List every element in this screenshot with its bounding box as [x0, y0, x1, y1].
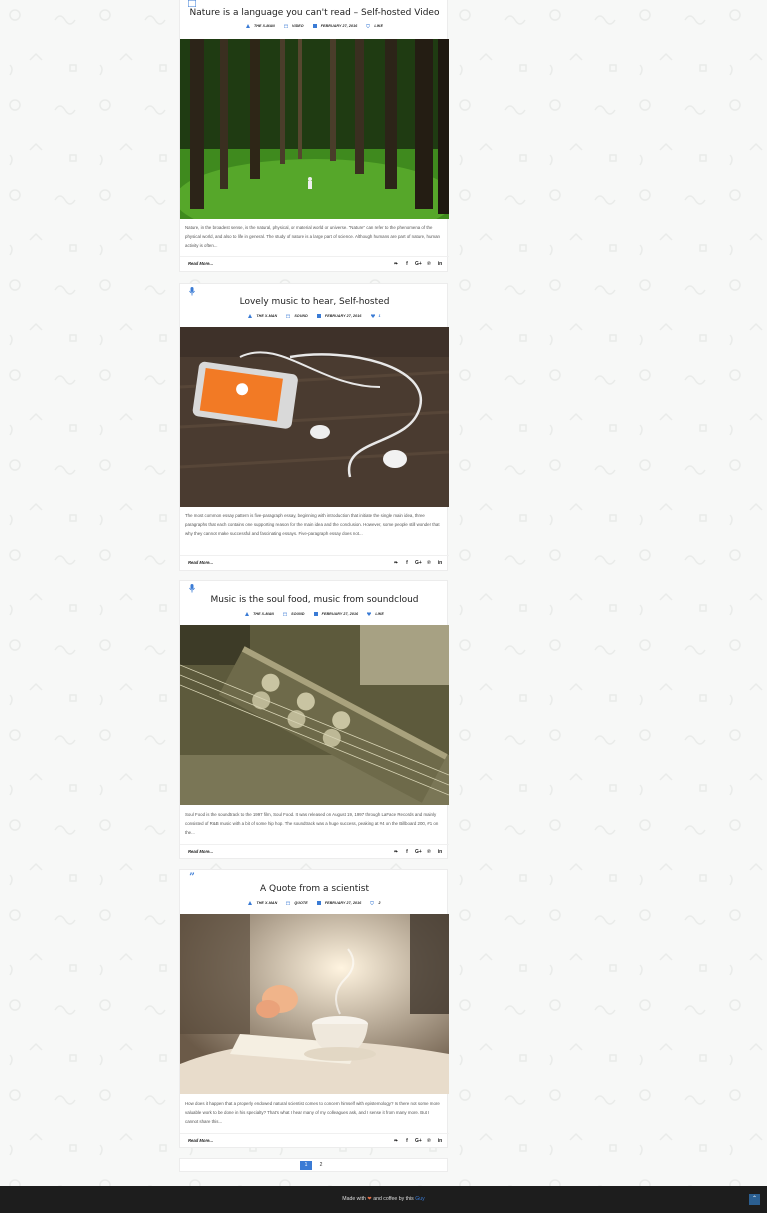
- date-link[interactable]: FEBRUARY 27, 2016: [315, 901, 364, 906]
- user-icon: [248, 314, 253, 319]
- google-plus-icon[interactable]: G+: [415, 849, 422, 855]
- post-meta: THE X-MAN SOUND FEBRUARY 27, 2016 1: [180, 314, 449, 319]
- post-excerpt: Nature, in the broadest sense, is the na…: [185, 225, 440, 249]
- author-link[interactable]: THE X-MAN: [244, 24, 277, 29]
- post-title[interactable]: Lovely music to hear, Self-hosted: [180, 297, 449, 307]
- pinterest-icon[interactable]: ℗: [426, 1138, 432, 1144]
- page-2-button[interactable]: 2: [315, 1161, 327, 1170]
- post-excerpt: How does it happen that a properly endow…: [185, 1101, 440, 1125]
- pinterest-icon[interactable]: ℗: [426, 849, 432, 855]
- calendar-icon: [312, 24, 317, 29]
- folder-icon: [286, 901, 291, 906]
- category-link[interactable]: SOUND: [281, 612, 306, 617]
- post-meta: THE X-MAN SOUND FEBRUARY 27, 2016 LIKE: [180, 612, 449, 617]
- user-icon: [245, 24, 250, 29]
- pinterest-icon[interactable]: ℗: [426, 261, 432, 267]
- read-more-link[interactable]: Read More...: [188, 560, 213, 565]
- facebook-icon[interactable]: f: [404, 261, 410, 267]
- author-link[interactable]: THE X-MAN: [243, 612, 276, 617]
- google-plus-icon[interactable]: G+: [415, 261, 422, 267]
- post-card: Lovely music to hear, Self-hosted THE X-…: [179, 283, 449, 571]
- post-card: ” A Quote from a scientist THE X-MAN QUO…: [179, 869, 449, 1148]
- pagination: 1 2: [179, 1158, 448, 1172]
- post-footer: Read More... ❧ f G+ ℗ in: [180, 555, 449, 570]
- twitter-icon[interactable]: ❧: [393, 261, 399, 267]
- share-buttons: ❧ f G+ ℗ in: [393, 849, 443, 855]
- author-link[interactable]: THE X-MAN: [246, 314, 279, 319]
- folder-icon: [283, 612, 288, 617]
- share-buttons: ❧ f G+ ℗ in: [393, 261, 443, 267]
- back-to-top-button[interactable]: ⌃: [749, 1194, 760, 1205]
- google-plus-icon[interactable]: G+: [415, 1138, 422, 1144]
- pinterest-icon[interactable]: ℗: [426, 560, 432, 566]
- post-image-teacup[interactable]: [180, 914, 449, 1094]
- post-image-phone[interactable]: [180, 327, 449, 507]
- twitter-icon[interactable]: ❧: [393, 849, 399, 855]
- facebook-icon[interactable]: f: [404, 849, 410, 855]
- quote-icon: ”: [189, 872, 195, 883]
- post-excerpt: The most common essay pattern is five-pa…: [185, 513, 440, 537]
- read-more-link[interactable]: Read More...: [188, 849, 213, 854]
- facebook-icon[interactable]: f: [404, 1138, 410, 1144]
- folder-icon: [283, 24, 288, 29]
- page-1-button[interactable]: 1: [300, 1161, 312, 1170]
- user-icon: [248, 901, 253, 906]
- post-image-guitar[interactable]: [180, 625, 449, 805]
- post-title[interactable]: Nature is a language you can't read – Se…: [180, 8, 449, 18]
- post-title[interactable]: A Quote from a scientist: [180, 884, 449, 894]
- post-footer: Read More... ❧ f G+ ℗ in: [180, 1133, 449, 1148]
- linkedin-icon[interactable]: in: [437, 849, 443, 855]
- category-link[interactable]: SOUND: [284, 314, 309, 319]
- post-card: Nature is a language you can't read – Se…: [179, 0, 449, 272]
- post-image-forest[interactable]: [180, 39, 449, 219]
- heart-icon: ❤: [367, 1196, 372, 1202]
- folder-icon: [286, 314, 291, 319]
- heart-icon: [367, 612, 372, 617]
- calendar-icon: [316, 901, 321, 906]
- linkedin-icon[interactable]: in: [437, 560, 443, 566]
- microphone-icon: [185, 582, 199, 595]
- like-button[interactable]: 2: [368, 901, 382, 906]
- linkedin-icon[interactable]: in: [437, 1138, 443, 1144]
- google-plus-icon[interactable]: G+: [415, 560, 422, 566]
- user-icon: [245, 612, 250, 617]
- heart-icon: [366, 24, 371, 29]
- heart-icon: [370, 901, 375, 906]
- linkedin-icon[interactable]: in: [437, 261, 443, 267]
- category-link[interactable]: QUOTE: [284, 901, 309, 906]
- guy-link[interactable]: Guy: [415, 1196, 425, 1202]
- chevron-up-icon: ⌃: [751, 1196, 758, 1202]
- like-button[interactable]: LIKE: [364, 24, 385, 29]
- post-meta: THE X-MAN QUOTE FEBRUARY 27, 2016 2: [180, 901, 449, 906]
- post-excerpt: Soul Food is the soundtrack to the 1997 …: [185, 812, 439, 836]
- read-more-link[interactable]: Read More...: [188, 1138, 213, 1143]
- heart-icon: [370, 314, 375, 319]
- twitter-icon[interactable]: ❧: [393, 1138, 399, 1144]
- date-link[interactable]: FEBRUARY 27, 2016: [311, 24, 360, 29]
- like-button[interactable]: LIKE: [365, 612, 386, 617]
- date-link[interactable]: FEBRUARY 27, 2016: [312, 612, 361, 617]
- post-footer: Read More... ❧ f G+ ℗ in: [180, 844, 449, 859]
- read-more-link[interactable]: Read More...: [188, 261, 213, 266]
- author-link[interactable]: THE X-MAN: [246, 901, 279, 906]
- facebook-icon[interactable]: f: [404, 560, 410, 566]
- like-button[interactable]: 1: [369, 314, 383, 319]
- post-title[interactable]: Music is the soul food, music from sound…: [180, 595, 449, 605]
- category-link[interactable]: VIDEO: [282, 24, 306, 29]
- post-footer: Read More... ❧ f G+ ℗ in: [180, 256, 449, 271]
- twitter-icon[interactable]: ❧: [393, 560, 399, 566]
- calendar-icon: [313, 612, 318, 617]
- date-link[interactable]: FEBRUARY 27, 2016: [315, 314, 364, 319]
- post-card: Music is the soul food, music from sound…: [179, 580, 449, 859]
- share-buttons: ❧ f G+ ℗ in: [393, 560, 443, 566]
- calendar-icon: [316, 314, 321, 319]
- site-footer: Made with ❤ and coffee by this Guy ⌃: [0, 1186, 767, 1213]
- footer-credit: Made with ❤ and coffee by this Guy: [342, 1196, 425, 1202]
- post-meta: THE X-MAN VIDEO FEBRUARY 27, 2016 LIKE: [180, 24, 449, 29]
- share-buttons: ❧ f G+ ℗ in: [393, 1138, 443, 1144]
